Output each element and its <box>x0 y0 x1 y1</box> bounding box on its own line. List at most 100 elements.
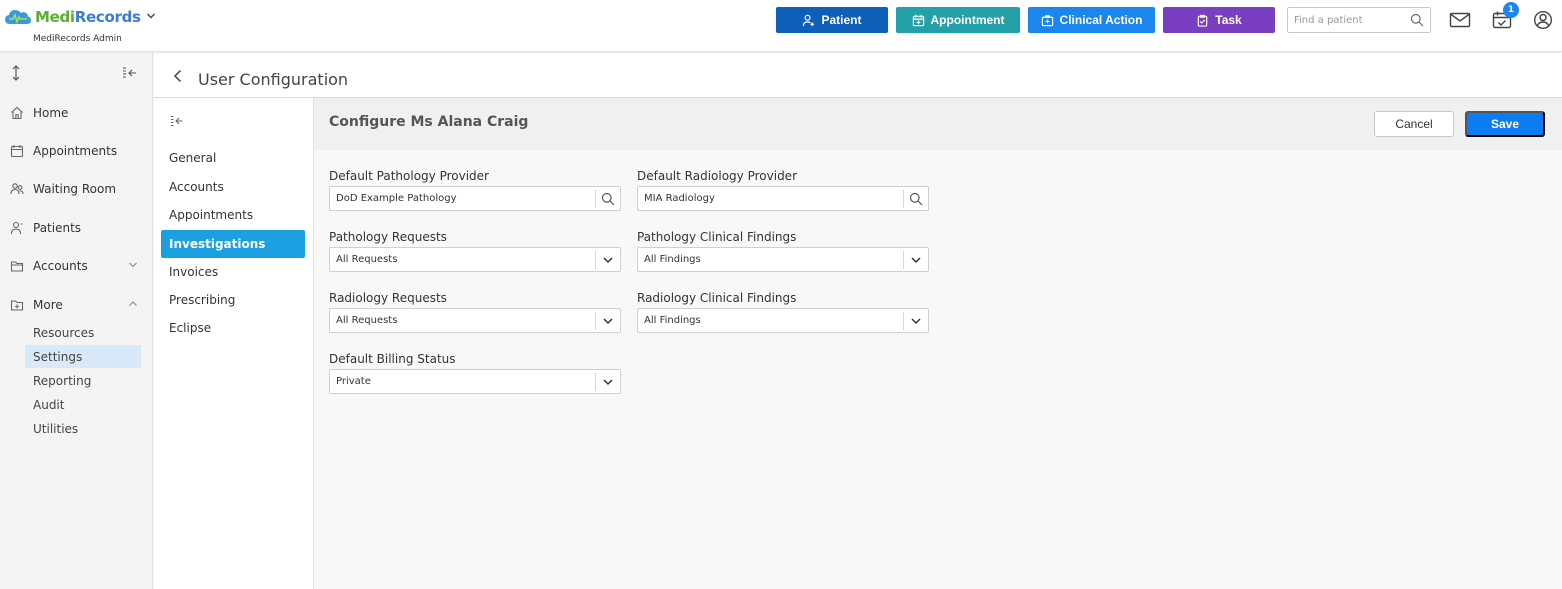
field-value: DoD Example Pathology <box>336 193 457 204</box>
sidebar-subitem-reporting[interactable]: Reporting <box>25 369 141 392</box>
chevron-down-icon[interactable] <box>601 375 615 389</box>
default-radiology-provider-label: Default Radiology Provider <box>637 169 797 183</box>
app-name: MediRecords <box>35 8 141 26</box>
collapse-sidebar-icon[interactable] <box>122 66 138 83</box>
radiology-clinical-findings-select[interactable]: All Findings <box>637 308 929 333</box>
patient-button[interactable]: Patient <box>776 7 888 33</box>
pathology-requests-select[interactable]: All Requests <box>329 247 621 272</box>
sidebar-toolbar <box>10 65 140 83</box>
sidebar-item-patients[interactable]: Patients <box>10 215 142 241</box>
field-value: MIA Radiology <box>644 193 715 204</box>
sidebar-item-waiting-room[interactable]: Waiting Room <box>10 176 142 202</box>
chevron-up-icon <box>129 301 137 306</box>
subnav-item-eclipse[interactable]: Eclipse <box>161 314 305 342</box>
sidebar-item-label: Appointments <box>33 144 118 158</box>
app-logo-menu[interactable]: MediRecords <box>4 8 156 26</box>
chevron-down-icon[interactable] <box>601 253 615 267</box>
radiology-requests-label: Radiology Requests <box>329 291 447 305</box>
subnav-item-accounts[interactable]: Accounts <box>161 173 305 201</box>
resize-vertical-icon[interactable] <box>10 65 22 84</box>
sidebar-subitem-resources[interactable]: Resources <box>25 321 141 344</box>
sidebar: Home Appointments Waiting Room Patients … <box>0 53 153 589</box>
appointment-button[interactable]: Appointment <box>896 7 1020 33</box>
page-title: User Configuration <box>198 70 349 89</box>
appointment-button-label: Appointment <box>930 13 1005 27</box>
configuration-form: Configure Ms Alana Craig Cancel Save Def… <box>314 98 1562 589</box>
form-title: Configure Ms Alana Craig <box>329 114 529 130</box>
sidebar-item-more[interactable]: More <box>10 292 142 318</box>
field-value: Private <box>336 376 371 387</box>
field-value: All Findings <box>644 315 701 326</box>
default-radiology-provider-field[interactable]: MIA Radiology <box>637 186 929 211</box>
task-button[interactable]: Task <box>1163 7 1275 33</box>
field-divider <box>595 312 596 330</box>
folder-plus-icon <box>10 300 24 311</box>
default-pathology-provider-label: Default Pathology Provider <box>329 169 489 183</box>
field-value: All Requests <box>336 315 398 326</box>
task-button-label: Task <box>1215 13 1242 27</box>
subnav-item-invoices[interactable]: Invoices <box>161 258 305 286</box>
home-icon <box>11 106 23 120</box>
medical-case-icon <box>1041 14 1053 26</box>
settings-subnav: General Accounts Appointments Investigat… <box>154 98 314 589</box>
field-divider <box>595 190 596 208</box>
field-divider <box>595 373 596 391</box>
pathology-requests-label: Pathology Requests <box>329 230 447 244</box>
sidebar-item-label: Waiting Room <box>33 182 117 196</box>
sidebar-subitem-audit[interactable]: Audit <box>25 393 141 416</box>
page-header: User Configuration <box>154 53 1562 98</box>
pathology-clinical-findings-label: Pathology Clinical Findings <box>637 230 797 244</box>
field-divider <box>903 190 904 208</box>
mail-icon[interactable] <box>1449 10 1471 33</box>
subnav-item-prescribing[interactable]: Prescribing <box>161 286 305 314</box>
subnav-item-investigations[interactable]: Investigations <box>161 230 305 258</box>
subnav-item-appointments[interactable]: Appointments <box>161 201 305 229</box>
notification-badge: 1 <box>1503 2 1519 18</box>
sidebar-item-home[interactable]: Home <box>10 100 142 126</box>
chevron-down-icon[interactable] <box>909 253 923 267</box>
chevron-down-icon <box>129 262 137 268</box>
cloud-logo-icon <box>4 8 32 26</box>
sidebar-item-appointments[interactable]: Appointments <box>10 138 142 164</box>
field-value: All Findings <box>644 254 701 265</box>
person-icon <box>10 221 23 235</box>
calendar-plus-icon <box>912 14 924 26</box>
sidebar-item-label: Patients <box>33 221 82 235</box>
sidebar-subitem-utilities[interactable]: Utilities <box>25 417 141 440</box>
back-arrow-icon[interactable] <box>172 69 184 86</box>
user-circle-icon[interactable] <box>1533 10 1553 33</box>
find-patient-input[interactable] <box>1288 8 1403 32</box>
app-subtitle: MediRecords Admin <box>33 34 122 44</box>
folder-icon <box>10 261 24 272</box>
chevron-down-icon[interactable] <box>909 314 923 328</box>
add-person-icon <box>803 14 815 26</box>
search-icon[interactable] <box>1410 13 1424 30</box>
field-value: All Requests <box>336 254 398 265</box>
sidebar-item-accounts[interactable]: Accounts <box>10 253 142 279</box>
top-bar: MediRecords MediRecords Admin Patient Ap… <box>0 0 1562 52</box>
sidebar-item-label: Home <box>33 106 69 120</box>
clinical-action-button-label: Clinical Action <box>1059 13 1143 27</box>
pathology-clinical-findings-select[interactable]: All Findings <box>637 247 929 272</box>
subnav-item-general[interactable]: General <box>161 144 305 172</box>
clinical-action-button[interactable]: Clinical Action <box>1028 7 1155 33</box>
search-icon[interactable] <box>601 192 615 206</box>
field-divider <box>903 251 904 269</box>
calendar-icon <box>10 145 24 158</box>
people-icon <box>10 183 24 195</box>
field-divider <box>903 312 904 330</box>
field-divider <box>595 251 596 269</box>
clipboard-icon <box>1197 14 1208 27</box>
form-header: Configure Ms Alana Craig Cancel Save <box>314 98 1562 150</box>
search-icon[interactable] <box>909 192 923 206</box>
sidebar-subitem-settings[interactable]: Settings <box>25 345 141 368</box>
radiology-requests-select[interactable]: All Requests <box>329 308 621 333</box>
default-pathology-provider-field[interactable]: DoD Example Pathology <box>329 186 621 211</box>
collapse-subnav-icon[interactable] <box>170 115 184 130</box>
cancel-button[interactable]: Cancel <box>1374 111 1454 137</box>
default-billing-status-label: Default Billing Status <box>329 352 456 366</box>
chevron-down-icon[interactable] <box>601 314 615 328</box>
sidebar-item-label: More <box>33 298 63 312</box>
default-billing-status-select[interactable]: Private <box>329 369 621 394</box>
save-button[interactable]: Save <box>1465 111 1545 137</box>
